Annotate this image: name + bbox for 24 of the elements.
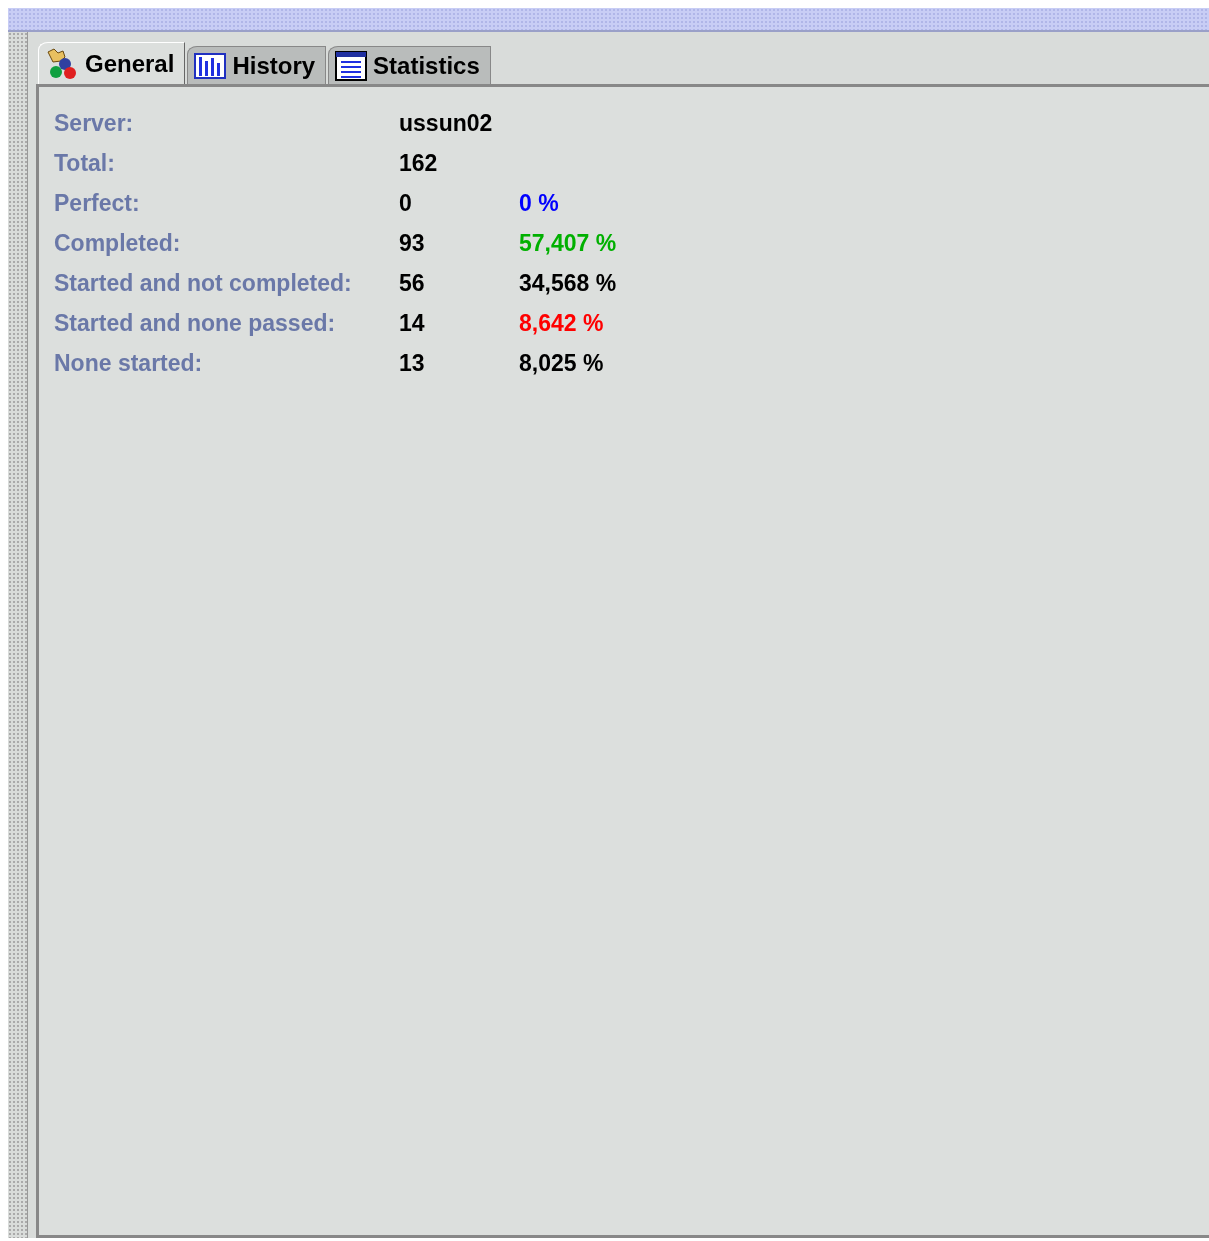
field-value: 0 xyxy=(399,190,412,216)
list-window-icon xyxy=(335,50,368,81)
tab[interactable]: Statistics xyxy=(328,46,491,84)
field-value: ussun02 xyxy=(399,110,493,136)
field-value: 162 xyxy=(399,150,438,176)
percent-value: 8,642 % xyxy=(519,310,604,336)
tab[interactable]: General xyxy=(38,42,186,84)
field-label: None started: xyxy=(54,350,203,376)
field-value: 14 xyxy=(399,310,425,336)
percent-value: 57,407 % xyxy=(519,230,617,256)
field-value: 13 xyxy=(399,350,425,376)
field-value: 93 xyxy=(399,230,425,256)
percent-value: 34,568 % xyxy=(519,270,617,296)
percent-value: 8,025 % xyxy=(519,350,604,376)
field-label: Perfect: xyxy=(54,190,140,216)
percent-value: 0 % xyxy=(519,190,559,216)
tab[interactable]: History xyxy=(187,46,327,84)
field-label: Started and none passed: xyxy=(54,310,336,336)
field-value: 56 xyxy=(399,270,425,296)
field-label: Total: xyxy=(54,150,115,176)
field-label: Started and not completed: xyxy=(54,270,352,296)
field-label: Completed: xyxy=(54,230,181,256)
bar-chart-icon xyxy=(194,52,227,79)
field-label: Server: xyxy=(54,110,134,136)
